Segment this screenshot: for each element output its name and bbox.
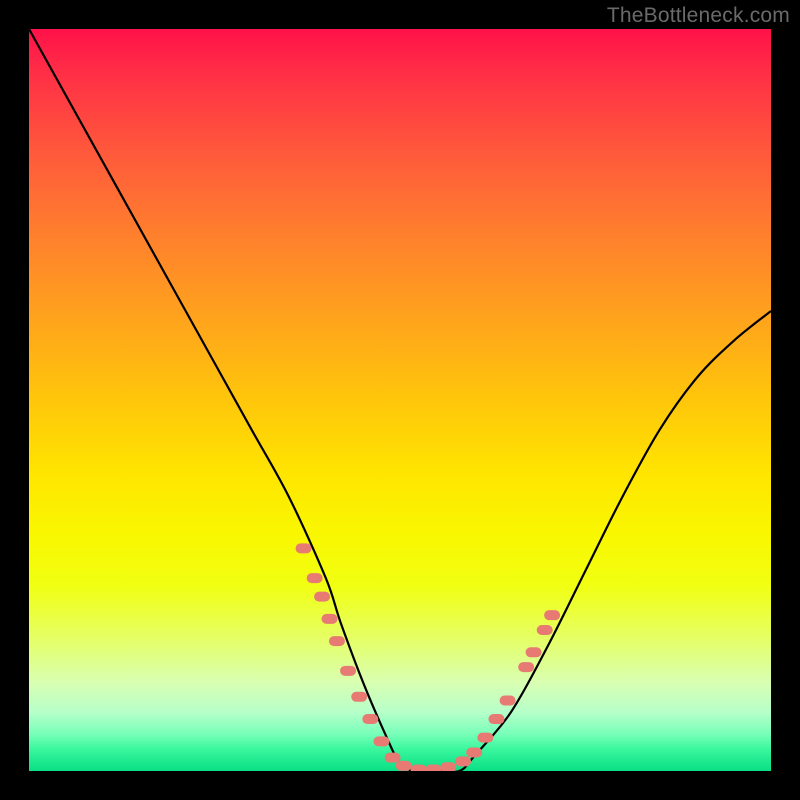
curve-marker bbox=[455, 756, 471, 766]
curve-marker bbox=[296, 543, 312, 553]
marker-group bbox=[296, 543, 561, 771]
curve-marker bbox=[440, 762, 456, 771]
curve-marker bbox=[307, 573, 323, 583]
watermark-text: TheBottleneck.com bbox=[607, 4, 790, 28]
curve-marker bbox=[329, 636, 345, 646]
curve-marker bbox=[314, 592, 330, 602]
curve-marker bbox=[526, 647, 542, 657]
curve-marker bbox=[322, 614, 338, 624]
curve-marker bbox=[466, 747, 482, 757]
curve-marker bbox=[518, 662, 534, 672]
curve-marker bbox=[373, 736, 389, 746]
curve-marker bbox=[544, 610, 560, 620]
curve-marker bbox=[340, 666, 356, 676]
curve-marker bbox=[500, 696, 516, 706]
bottleneck-curve bbox=[29, 29, 771, 771]
curve-marker bbox=[425, 765, 441, 771]
curve-marker bbox=[488, 714, 504, 724]
chart-plot-area bbox=[29, 29, 771, 771]
curve-marker bbox=[351, 692, 367, 702]
curve-marker bbox=[411, 765, 427, 771]
chart-svg bbox=[29, 29, 771, 771]
curve-marker bbox=[477, 733, 493, 743]
curve-marker bbox=[362, 714, 378, 724]
curve-marker bbox=[385, 753, 401, 763]
curve-marker bbox=[537, 625, 553, 635]
curve-marker bbox=[396, 761, 412, 771]
